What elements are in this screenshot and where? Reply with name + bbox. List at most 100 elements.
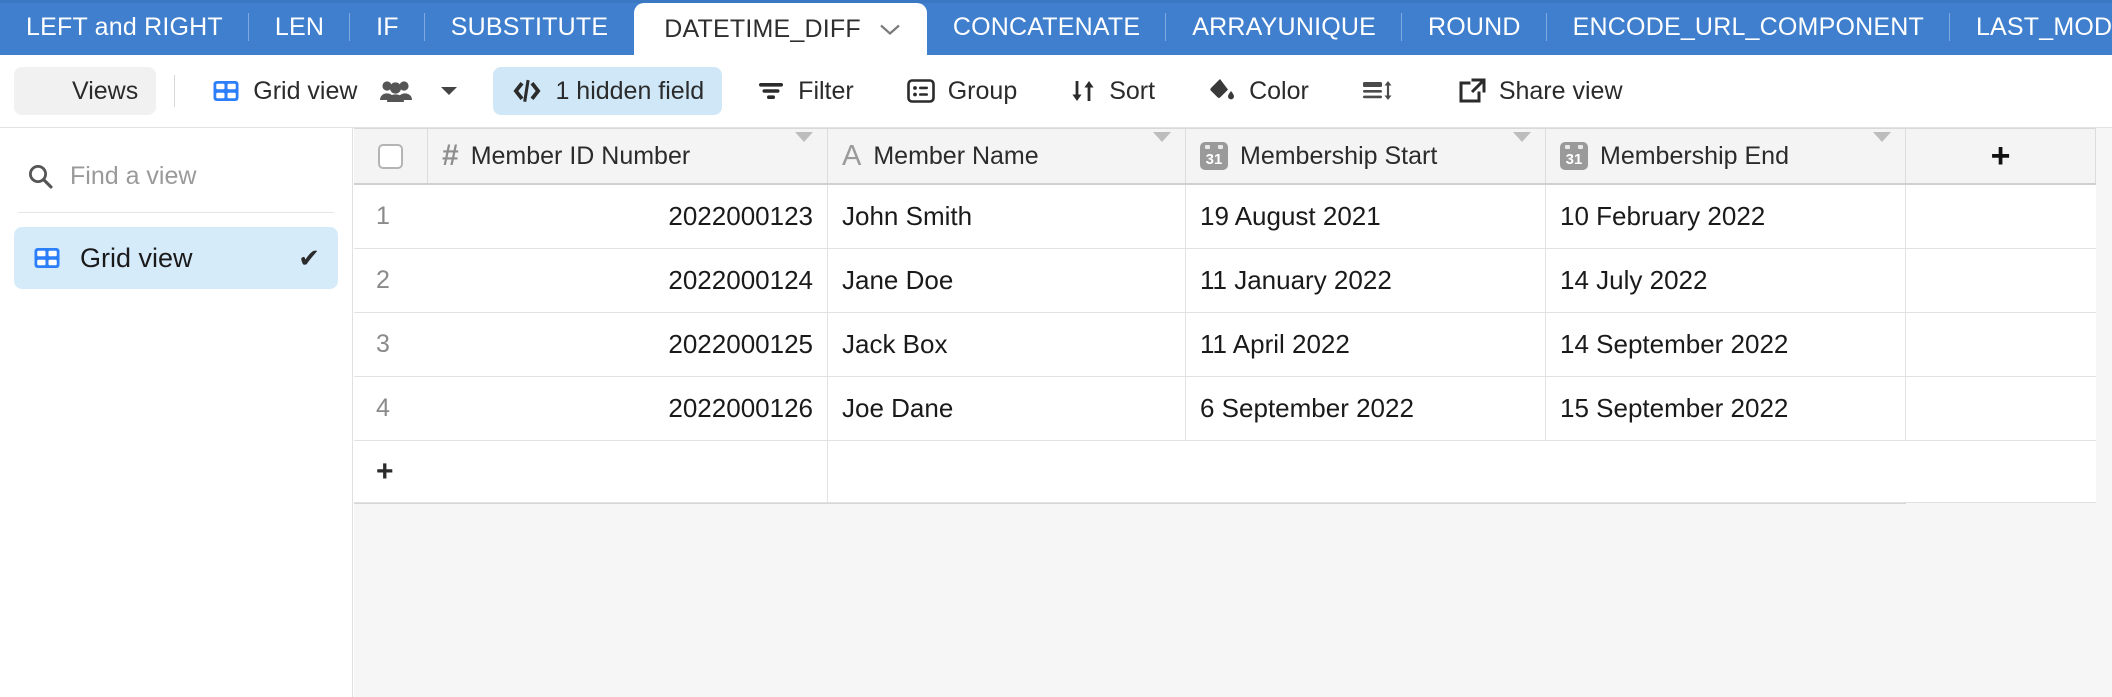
search-icon — [26, 162, 54, 190]
tab-round[interactable]: ROUND — [1402, 3, 1547, 55]
column-dropdown-icon[interactable] — [1873, 131, 1891, 171]
data-grid[interactable]: # Member ID Number A Member Name 31 Membershi… — [354, 128, 2096, 504]
column-dropdown-icon[interactable] — [1513, 131, 1531, 171]
find-view-row[interactable] — [14, 148, 338, 204]
calendar-31-icon: 31 — [1200, 142, 1228, 170]
tab-concatenate[interactable]: CONCATENATE — [927, 3, 1167, 55]
chevron-down-icon[interactable] — [879, 22, 901, 36]
cell-member-id-number[interactable]: 2022000125 — [428, 313, 828, 376]
filter-label: Filter — [798, 76, 854, 105]
color-label: Color — [1249, 76, 1309, 105]
calendar-31-icon: 31 — [1560, 142, 1588, 170]
column-header-membership-start[interactable]: 31 Membership Start — [1186, 129, 1546, 183]
chevron-down-icon[interactable] — [439, 84, 459, 98]
cell-member-id-number[interactable]: 2022000126 — [428, 377, 828, 440]
add-field-button[interactable]: + — [1906, 129, 2096, 183]
cell-membership-start[interactable]: 11 January 2022 — [1186, 249, 1546, 312]
share-view-button[interactable]: Share view — [1439, 67, 1641, 115]
cell-membership-end[interactable]: 14 July 2022 — [1546, 249, 1906, 312]
sort-icon — [1069, 77, 1097, 105]
row-number: 3 — [354, 313, 428, 376]
column-header-label: Membership Start — [1240, 141, 1438, 170]
color-button[interactable]: Color — [1189, 67, 1327, 115]
formula-tab-bar[interactable]: LEFT and RIGHT LEN IF SUBSTITUTE DATETIME_DI… — [0, 0, 2112, 55]
toolbar-divider — [174, 75, 176, 107]
grid-view-label: Grid view — [253, 76, 358, 105]
row-height-button[interactable] — [1343, 67, 1423, 115]
tab-substitute[interactable]: SUBSTITUTE — [425, 3, 635, 55]
row-number: 2 — [354, 249, 428, 312]
sort-button[interactable]: Sort — [1051, 67, 1173, 115]
plus-icon: + — [1990, 137, 2011, 175]
table-row[interactable]: 3 2022000125 Jack Box 11 April 2022 14 Septe… — [354, 313, 2096, 377]
code-brackets-icon — [511, 78, 543, 104]
group-button[interactable]: Group — [888, 67, 1035, 115]
filter-icon — [756, 78, 786, 104]
cell-member-name[interactable]: Jack Box — [828, 313, 1186, 376]
tab-encode-url-component[interactable]: ENCODE_URL_COMPONENT — [1547, 3, 1950, 55]
add-row-spacer — [828, 441, 1906, 502]
tab-label: LEFT and RIGHT — [26, 13, 223, 41]
column-header-member-name[interactable]: A Member Name — [828, 129, 1186, 183]
grid-view-selector[interactable]: Grid view — [193, 67, 477, 115]
select-all-checkbox[interactable] — [354, 129, 428, 183]
cell-membership-end[interactable]: 15 September 2022 — [1546, 377, 1906, 440]
hash-icon: # — [442, 139, 459, 172]
tab-label: DATETIME_DIFF — [664, 14, 861, 43]
tab-label: ROUND — [1428, 13, 1521, 41]
column-header-membership-end[interactable]: 31 Membership End — [1546, 129, 1906, 183]
filter-button[interactable]: Filter — [738, 67, 872, 115]
column-header-member-id-number[interactable]: # Member ID Number — [428, 129, 828, 183]
table-row[interactable]: 4 2022000126 Joe Dane 6 September 2022 15 Se… — [354, 377, 2096, 441]
row-number: 1 — [354, 185, 428, 248]
grid-header-row: # Member ID Number A Member Name 31 Membershi… — [354, 128, 2096, 185]
table-row[interactable]: 2 2022000124 Jane Doe 11 January 2022 14 Jul… — [354, 249, 2096, 313]
airtable-app-window: LEFT and RIGHT LEN IF SUBSTITUTE DATETIME_DI… — [0, 0, 2112, 697]
tab-label: ENCODE_URL_COMPONENT — [1572, 13, 1924, 41]
cell-member-name[interactable]: John Smith — [828, 185, 1186, 248]
add-row-button[interactable]: + — [354, 441, 2096, 503]
workspace-body: Grid view ✔ # Member ID Number A Member Nam… — [0, 128, 2112, 697]
sidebar-divider — [18, 212, 334, 213]
cell-member-id-number[interactable]: 2022000123 — [428, 185, 828, 248]
add-row-spacer — [428, 441, 828, 502]
tab-last-modi[interactable]: LAST_MODI — [1950, 3, 2112, 55]
cell-member-name[interactable]: Jane Doe — [828, 249, 1186, 312]
tab-left-and-right[interactable]: LEFT and RIGHT — [0, 3, 249, 55]
sidebar-item-grid-view[interactable]: Grid view ✔ — [14, 227, 338, 289]
grid-bottom-border — [354, 503, 1906, 504]
column-dropdown-icon[interactable] — [1153, 131, 1171, 171]
tab-label: LEN — [274, 13, 325, 41]
hidden-fields-button[interactable]: 1 hidden field — [493, 67, 723, 115]
column-header-label: Member ID Number — [470, 141, 691, 170]
tab-datetime-diff[interactable]: DATETIME_DIFF — [634, 3, 927, 55]
search-input[interactable] — [70, 161, 300, 191]
grid-view-icon — [32, 243, 62, 273]
cell-membership-start[interactable]: 19 August 2021 — [1186, 185, 1546, 248]
plus-icon: + — [354, 441, 428, 502]
group-icon — [906, 77, 936, 105]
tab-label: ARRAYUNIQUE — [1192, 13, 1376, 41]
tab-arrayunique[interactable]: ARRAYUNIQUE — [1166, 3, 1402, 55]
table-row[interactable]: 1 2022000123 John Smith 19 August 2021 10 Fe… — [354, 185, 2096, 249]
view-toolbar: Views Grid view 1 hidden field Filter Gr… — [0, 55, 2112, 128]
cell-member-name[interactable]: Joe Dane — [828, 377, 1186, 440]
cell-membership-end[interactable]: 10 February 2022 — [1546, 185, 1906, 248]
cell-member-id-number[interactable]: 2022000124 — [428, 249, 828, 312]
sidebar-item-label: Grid view — [80, 242, 193, 273]
column-dropdown-icon[interactable] — [795, 131, 813, 171]
cell-membership-start[interactable]: 6 September 2022 — [1186, 377, 1546, 440]
tab-label: IF — [376, 13, 399, 41]
column-header-label: Member Name — [873, 141, 1039, 170]
tab-label: SUBSTITUTE — [450, 13, 609, 41]
tab-len[interactable]: LEN — [249, 3, 351, 55]
sort-label: Sort — [1109, 76, 1156, 105]
cell-membership-end[interactable]: 14 September 2022 — [1546, 313, 1906, 376]
cell-membership-start[interactable]: 11 April 2022 — [1186, 313, 1546, 376]
views-button[interactable]: Views — [14, 67, 157, 115]
row-height-icon — [1361, 77, 1393, 105]
checkbox-icon[interactable] — [378, 143, 403, 169]
share-external-icon — [1457, 77, 1487, 105]
tab-if[interactable]: IF — [350, 3, 425, 55]
views-button-label: Views — [72, 76, 139, 105]
